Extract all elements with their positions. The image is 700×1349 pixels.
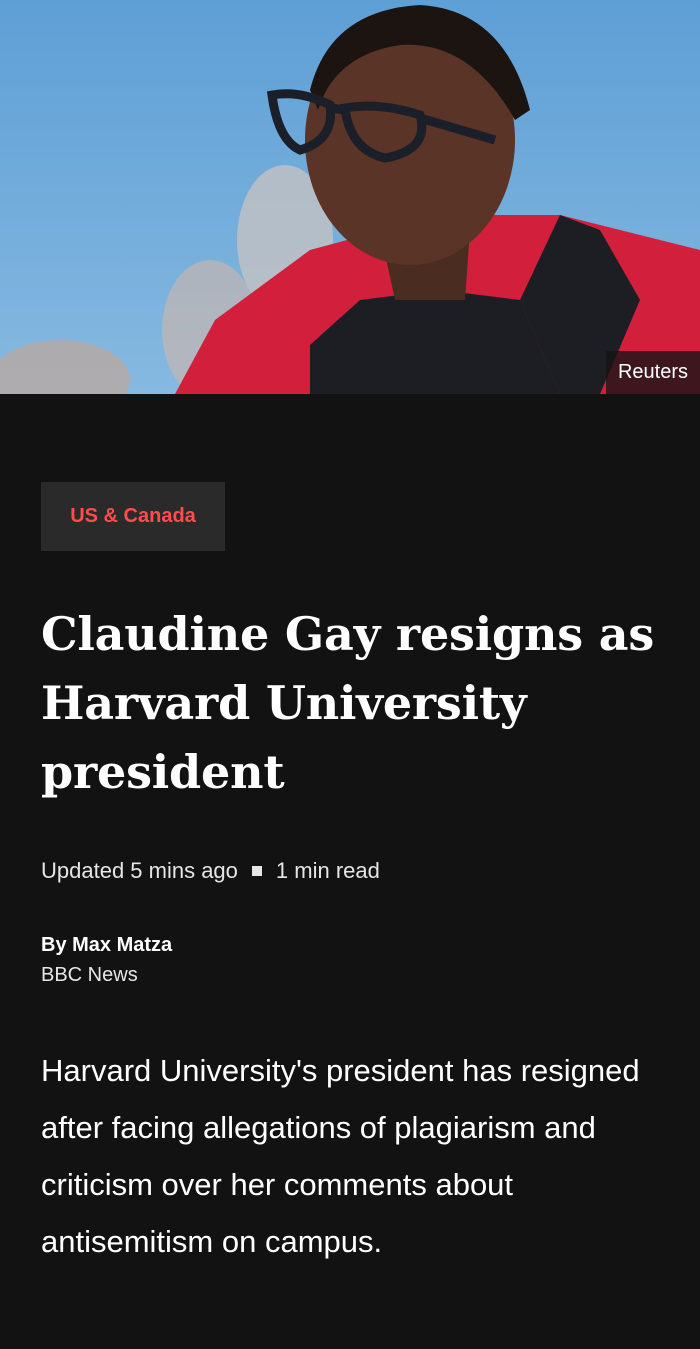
article-headline: Claudine Gay resigns as Harvard Universi… xyxy=(41,607,655,799)
updated-timestamp: Updated 5 mins ago xyxy=(41,858,238,883)
byline: By Max Matza BBC News xyxy=(41,930,172,990)
meta-separator-icon xyxy=(251,866,262,876)
read-time: 1 min read xyxy=(275,858,380,883)
author-outlet: BBC News xyxy=(41,964,138,986)
section-tag-link[interactable]: US & Canada xyxy=(41,482,225,551)
article-meta: Updated 5 mins ago 1 min read xyxy=(41,855,380,887)
image-credit: Reuters xyxy=(605,351,700,394)
article-summary: Harvard University's president has resig… xyxy=(41,1053,640,1259)
hero-image: Reuters xyxy=(0,0,700,394)
hero-photo xyxy=(0,0,700,394)
author-name: By Max Matza xyxy=(41,934,173,956)
